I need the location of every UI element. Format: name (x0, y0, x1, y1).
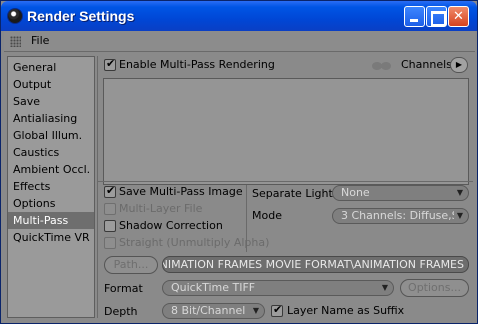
mode-label: Mode (252, 209, 282, 222)
layer-name-suffix-label: Layer Name as Suffix (287, 304, 405, 317)
close-button[interactable]: ✕ (448, 6, 469, 27)
chevron-down-icon: ▼ (456, 211, 463, 220)
chevron-down-icon: ▼ (252, 306, 259, 315)
depth-label: Depth (104, 305, 138, 318)
menu-bar: File (4, 31, 475, 52)
sidebar-item-general[interactable]: General (8, 59, 94, 76)
path-field[interactable]: NIMATION FRAMES MOVIE FORMAT\ANIMATION F… (162, 256, 469, 273)
layer-name-suffix-checkbox[interactable] (271, 303, 283, 317)
separate-lights-dropdown[interactable]: None ▼ (332, 185, 469, 201)
section-divider (98, 181, 473, 182)
render-settings-window: Render Settings ✕ File General Output Sa… (0, 0, 478, 324)
sidebar-item-antialiasing[interactable]: Antialiasing (8, 110, 94, 127)
shadow-correction-label: Shadow Correction (119, 219, 223, 232)
channels-indicator-icon (372, 60, 394, 72)
chevron-down-icon: ▼ (381, 283, 388, 292)
enable-multipass-label: Enable Multi-Pass Rendering (119, 58, 275, 71)
format-label: Format (104, 282, 143, 295)
title-bar[interactable]: Render Settings ✕ (1, 1, 477, 31)
straight-unmultiply-alpha-label: Straight (Unmultiply Alpha) (119, 236, 270, 249)
save-multipass-image-label: Save Multi-Pass Image (119, 185, 243, 198)
multi-layer-file-checkbox[interactable] (104, 203, 116, 215)
minimize-button[interactable] (404, 6, 425, 27)
channels-label: Channels (401, 58, 452, 71)
window-title: Render Settings (27, 8, 135, 24)
enable-multipass-checkbox[interactable] (104, 57, 116, 71)
mode-dropdown[interactable]: 3 Channels: Diffuse,Spe▼ (332, 208, 469, 224)
app-icon (7, 8, 23, 24)
settings-sidebar: General Output Save Antialiasing Global … (7, 56, 95, 318)
multipass-channel-list[interactable] (103, 78, 469, 185)
sidebar-item-save[interactable]: Save (8, 93, 94, 110)
sidebar-item-options[interactable]: Options (8, 195, 94, 212)
sidebar-item-multi-pass[interactable]: Multi-Pass (8, 212, 94, 229)
save-multipass-image-checkbox[interactable] (104, 184, 116, 198)
separate-lights-label: Separate Lights (252, 187, 339, 200)
sidebar-item-quicktime-vr[interactable]: QuickTime VR (8, 229, 94, 246)
maximize-button[interactable] (426, 6, 447, 27)
sidebar-item-caustics[interactable]: Caustics (8, 144, 94, 161)
format-dropdown[interactable]: QuickTime TIFF ▼ (162, 280, 394, 296)
shadow-correction-checkbox[interactable] (104, 220, 116, 232)
straight-unmultiply-alpha-checkbox[interactable] (104, 237, 116, 249)
multi-pass-panel: Enable Multi-Pass Rendering Channels ▶ S… (97, 56, 473, 319)
sidebar-item-effects[interactable]: Effects (8, 178, 94, 195)
multi-layer-file-label: Multi-Layer File (119, 202, 203, 215)
path-button[interactable]: Path... (104, 256, 158, 274)
depth-dropdown[interactable]: 8 Bit/Channel ▼ (162, 303, 265, 319)
options-button[interactable]: Options... (400, 279, 469, 297)
channels-menu-button[interactable]: ▶ (450, 57, 468, 73)
menu-grip-icon[interactable] (10, 36, 21, 47)
chevron-down-icon: ▼ (456, 188, 463, 197)
menu-file[interactable]: File (31, 34, 49, 47)
sidebar-item-ambient-occl[interactable]: Ambient Occl. (8, 161, 94, 178)
sidebar-item-output[interactable]: Output (8, 76, 94, 93)
sidebar-item-global-illum[interactable]: Global Illum. (8, 127, 94, 144)
